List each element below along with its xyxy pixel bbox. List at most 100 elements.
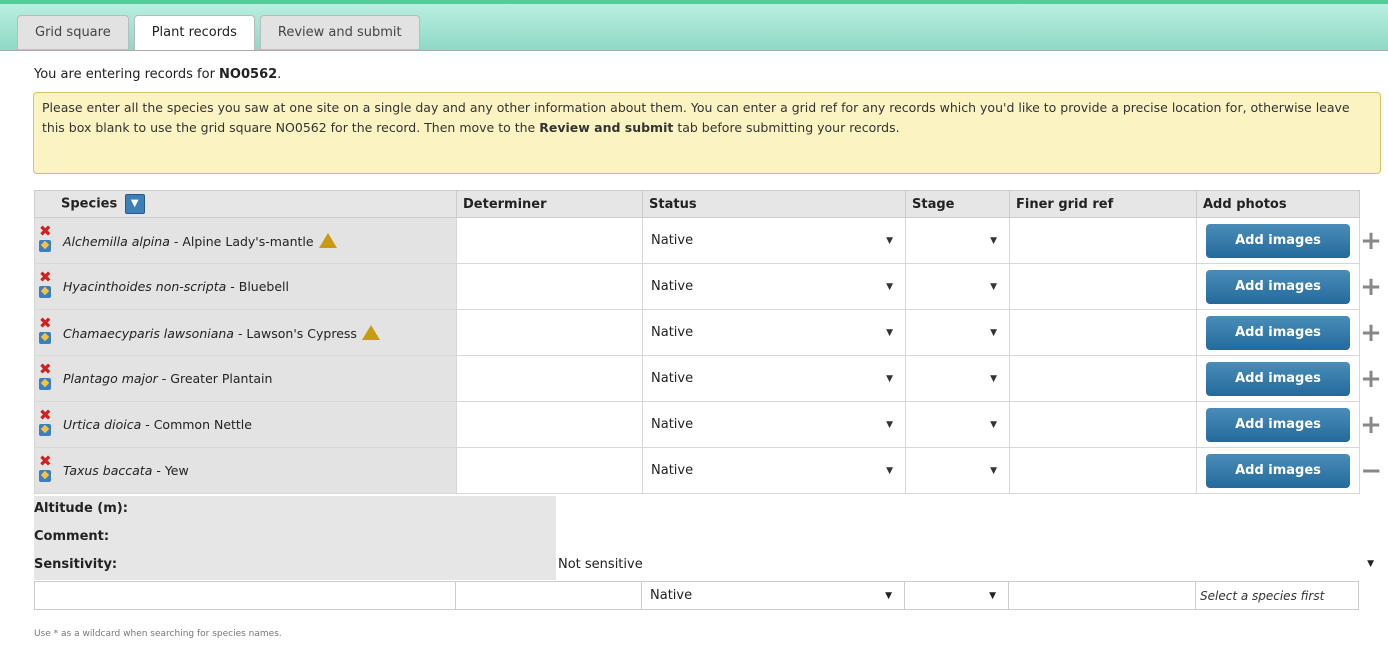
- intro-suffix: .: [277, 67, 282, 82]
- status-value: Native: [651, 462, 694, 478]
- status-select[interactable]: Native ▼: [642, 217, 906, 264]
- chevron-down-icon: ▼: [886, 465, 893, 476]
- new-status-value: Native: [650, 588, 693, 603]
- grid-ref-input[interactable]: [1009, 309, 1197, 356]
- table-row: ✖ Hyacinthoides non-scripta - Bluebell Nat…: [34, 263, 1383, 310]
- col-determiner: Determiner: [456, 190, 643, 218]
- grid-header-row: Species ▼ Determiner Status Stage Finer …: [34, 190, 1383, 218]
- delete-icon[interactable]: ✖: [39, 362, 52, 377]
- status-select[interactable]: Native ▼: [642, 309, 906, 356]
- add-images-button[interactable]: Add images: [1206, 315, 1350, 350]
- determiner-input[interactable]: [456, 401, 643, 448]
- species-common: - Greater Plantain: [157, 371, 273, 386]
- new-species-input[interactable]: [34, 581, 456, 610]
- add-images-button[interactable]: Add images: [1206, 453, 1350, 488]
- comment-input[interactable]: [556, 524, 1382, 552]
- determiner-input[interactable]: [456, 217, 643, 264]
- intro-prefix: You are entering records for: [34, 67, 220, 82]
- status-select[interactable]: Native ▼: [642, 263, 906, 310]
- edit-icon[interactable]: [39, 286, 51, 298]
- comment-label: Comment:: [34, 529, 110, 544]
- new-grid-ref-input[interactable]: [1008, 581, 1196, 610]
- delete-icon[interactable]: ✖: [39, 270, 52, 285]
- stage-select[interactable]: ▼: [905, 401, 1010, 448]
- wildcard-hint: Use * as a wildcard when searching for s…: [34, 629, 282, 639]
- chevron-down-icon: ▼: [886, 327, 893, 338]
- photos-cell: Add images: [1196, 263, 1360, 310]
- sensitivity-select[interactable]: Not sensitive: [558, 557, 643, 572]
- edit-icon[interactable]: [39, 470, 51, 482]
- filter-icon[interactable]: ▼: [124, 194, 145, 214]
- grid-ref-input[interactable]: [1009, 217, 1197, 264]
- tab-plant-records[interactable]: Plant records: [133, 15, 255, 51]
- toggle-details-icon[interactable]: +: [1359, 263, 1383, 310]
- edit-icon[interactable]: [39, 424, 51, 436]
- status-value: Native: [651, 324, 694, 340]
- stage-select[interactable]: ▼: [905, 309, 1010, 356]
- delete-icon[interactable]: ✖: [39, 454, 52, 469]
- edit-icon[interactable]: [39, 378, 51, 390]
- delete-icon[interactable]: ✖: [39, 316, 52, 331]
- toggle-details-icon[interactable]: −: [1359, 447, 1383, 494]
- species-latin: Alchemilla alpina: [63, 233, 170, 249]
- col-stage: Stage: [905, 190, 1010, 218]
- table-row: ✖ Chamaecyparis lawsoniana - Lawson's Cyp…: [34, 309, 1383, 356]
- notice-text-2: tab before submitting your records.: [673, 120, 900, 135]
- new-determiner-input[interactable]: [455, 581, 642, 610]
- stage-select[interactable]: ▼: [905, 447, 1010, 494]
- status-value: Native: [651, 278, 694, 294]
- col-photos: Add photos: [1196, 190, 1360, 218]
- notice-bold: Review and submit: [539, 120, 674, 135]
- grid-ref-input[interactable]: [1009, 263, 1197, 310]
- stage-select[interactable]: ▼: [905, 355, 1010, 402]
- toggle-details-icon[interactable]: +: [1359, 355, 1383, 402]
- grid-ref-input[interactable]: [1009, 401, 1197, 448]
- edit-icon[interactable]: [39, 240, 51, 252]
- add-images-button[interactable]: Add images: [1206, 269, 1350, 304]
- col-species: Species ▼: [34, 190, 457, 218]
- grid-ref-input[interactable]: [1009, 355, 1197, 402]
- altitude-input[interactable]: [556, 496, 1382, 524]
- determiner-input[interactable]: [456, 263, 643, 310]
- warning-icon: [361, 324, 380, 340]
- col-status: Status: [642, 190, 906, 218]
- table-row: ✖ Urtica dioica - Common Nettle Native ▼ ▼ Ad…: [34, 401, 1383, 448]
- toggle-details-icon[interactable]: +: [1359, 309, 1383, 356]
- species-latin: Hyacinthoides non-scripta: [63, 279, 227, 294]
- new-photos-hint: Select a species first: [1195, 581, 1359, 610]
- stage-select[interactable]: ▼: [905, 263, 1010, 310]
- new-record-row: Native ▼ ▼ Select a species first: [34, 581, 1382, 610]
- tab-grid-square[interactable]: Grid square: [17, 15, 129, 49]
- delete-icon[interactable]: ✖: [39, 224, 52, 239]
- add-images-button[interactable]: Add images: [1206, 361, 1350, 396]
- species-latin: Urtica dioica: [63, 417, 142, 432]
- sensitivity-label: Sensitivity:: [34, 557, 118, 572]
- chevron-down-icon: ▼: [990, 419, 997, 430]
- delete-icon[interactable]: ✖: [39, 408, 52, 423]
- chevron-down-icon: ▼: [1367, 559, 1374, 569]
- species-cell: ✖ Hyacinthoides non-scripta - Bluebell: [34, 263, 457, 310]
- toggle-details-icon[interactable]: +: [1359, 401, 1383, 448]
- col-toggle: [1359, 190, 1383, 218]
- new-status-select[interactable]: Native ▼: [641, 581, 905, 610]
- status-value: Native: [651, 370, 694, 386]
- edit-icon[interactable]: [39, 332, 51, 344]
- chevron-down-icon: ▼: [990, 327, 997, 338]
- add-images-button[interactable]: Add images: [1206, 223, 1350, 258]
- tab-review-submit[interactable]: Review and submit: [259, 15, 420, 49]
- determiner-input[interactable]: [456, 309, 643, 356]
- photos-cell: Add images: [1196, 447, 1360, 494]
- species-cell: ✖ Chamaecyparis lawsoniana - Lawson's Cyp…: [34, 309, 457, 356]
- add-images-button[interactable]: Add images: [1206, 407, 1350, 442]
- status-select[interactable]: Native ▼: [642, 401, 906, 448]
- grid-ref-input[interactable]: [1009, 447, 1197, 494]
- new-stage-select[interactable]: ▼: [904, 581, 1009, 610]
- determiner-input[interactable]: [456, 447, 643, 494]
- stage-select[interactable]: ▼: [905, 217, 1010, 264]
- chevron-down-icon: ▼: [886, 235, 893, 246]
- status-select[interactable]: Native ▼: [642, 355, 906, 402]
- photos-cell: Add images: [1196, 217, 1360, 264]
- toggle-details-icon[interactable]: +: [1359, 217, 1383, 264]
- determiner-input[interactable]: [456, 355, 643, 402]
- status-select[interactable]: Native ▼: [642, 447, 906, 494]
